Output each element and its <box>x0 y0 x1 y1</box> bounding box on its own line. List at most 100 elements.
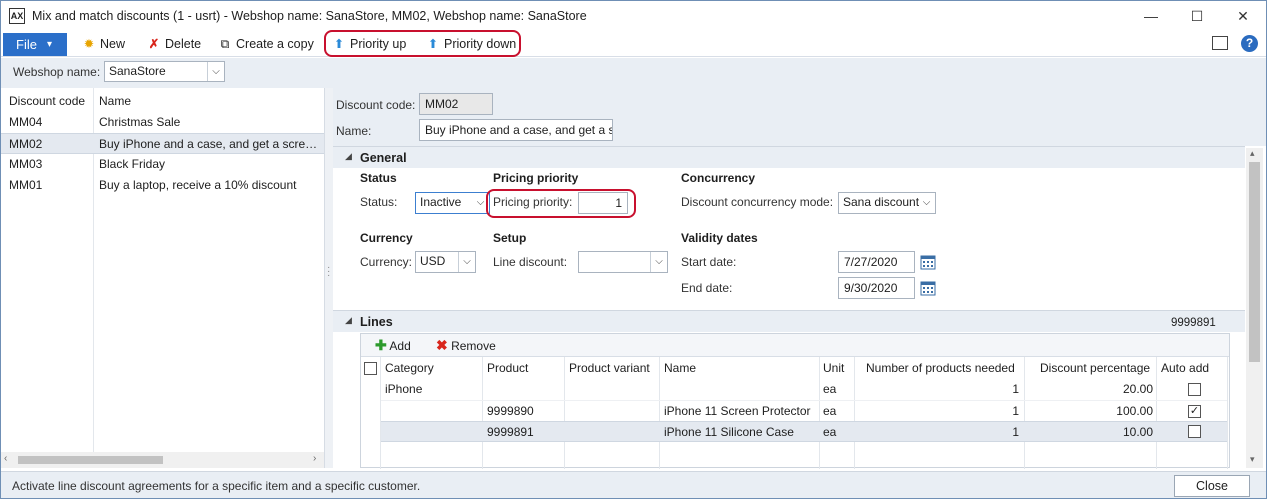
column-header-discount-code[interactable]: Discount code <box>9 94 85 108</box>
concurrency-group-title: Concurrency <box>681 171 756 185</box>
discount-code-label: Discount code: <box>336 98 416 112</box>
scrollbar-thumb[interactable] <box>1249 162 1260 362</box>
maximize-button[interactable]: ☐ <box>1174 1 1220 32</box>
collapse-triangle-icon: ◢ <box>345 315 352 325</box>
layout-icon[interactable] <box>1212 36 1228 50</box>
list-item[interactable]: MM03 Black Friday <box>1 154 324 175</box>
calendar-icon[interactable] <box>920 280 936 296</box>
file-label: File <box>16 37 37 52</box>
cell-products-needed: 1 <box>1012 382 1019 396</box>
concurrency-mode-label: Discount concurrency mode: <box>681 195 834 209</box>
setup-group-title: Setup <box>493 231 527 245</box>
discount-code: MM01 <box>9 178 43 192</box>
line-discount-select[interactable]: ⌵ <box>578 251 668 273</box>
cell-products-needed: 1 <box>1012 425 1019 439</box>
name-field[interactable]: Buy iPhone and a case, and get a s <box>419 119 613 141</box>
cell-products-needed: 1 <box>1012 404 1019 418</box>
horizontal-scrollbar[interactable]: ‹ › <box>1 452 324 468</box>
auto-add-checkbox[interactable] <box>1188 383 1201 396</box>
priority-buttons-highlight <box>324 30 521 57</box>
column-header-name[interactable]: Name <box>99 94 131 108</box>
discount-list: Discount code Name MM04 Christmas Sale M… <box>1 88 325 468</box>
column-header-discount-percentage[interactable]: Discount percentage <box>1040 357 1150 379</box>
discount-code: MM04 <box>9 115 43 129</box>
delete-button[interactable]: ✗ Delete <box>146 36 201 54</box>
remove-x-icon: ✖ <box>436 337 448 353</box>
pane-splitter[interactable]: · · · <box>325 88 333 468</box>
chevron-down-icon: ⌵ <box>922 197 931 208</box>
title-bar: AX Mix and match discounts (1 - usrt) - … <box>1 1 1266 32</box>
status-message: Activate line discount agreements for a … <box>12 479 421 493</box>
help-icon[interactable]: ? <box>1241 35 1258 52</box>
line-discount-label: Line discount: <box>493 255 568 269</box>
new-star-icon: ✹ <box>83 37 95 51</box>
calendar-icon[interactable] <box>920 254 936 270</box>
column-header-product-variant[interactable]: Product variant <box>569 357 650 379</box>
lines-section-header[interactable]: ◢ Lines 9999891 <box>333 310 1245 332</box>
close-button[interactable]: Close <box>1174 475 1250 497</box>
scrollbar-thumb[interactable] <box>18 456 163 464</box>
table-row-selected[interactable]: 9999891 iPhone 11 Silicone Case ea 1 10.… <box>381 421 1227 442</box>
webshop-label: Webshop name: <box>13 65 101 79</box>
auto-add-checkbox[interactable] <box>1188 425 1201 438</box>
start-date-label: Start date: <box>681 255 737 269</box>
chevron-up-icon[interactable]: ▴ <box>1250 148 1255 159</box>
lines-toolbar: ✚ Add ✖ Remove <box>361 334 1229 357</box>
column-header-name[interactable]: Name <box>664 357 696 379</box>
concurrency-mode-select[interactable]: Sana discount ⌵ <box>838 192 936 214</box>
discount-code: MM02 <box>9 137 43 151</box>
webshop-select[interactable]: SanaStore ⌵ <box>104 61 225 82</box>
general-section-header[interactable]: ◢ General <box>333 146 1245 168</box>
currency-group-title: Currency <box>360 231 413 245</box>
end-date-field[interactable]: 9/30/2020 <box>838 277 915 299</box>
concurrency-mode-value: Sana discount <box>843 195 920 209</box>
cell-name: iPhone 11 Silicone Case <box>664 425 794 439</box>
list-item[interactable]: MM01 Buy a laptop, receive a 10% discoun… <box>1 175 324 196</box>
auto-add-checkbox-checked[interactable]: ✓ <box>1188 405 1201 418</box>
status-label: Status: <box>360 195 398 209</box>
pricing-priority-highlight <box>486 189 636 218</box>
cell-unit: ea <box>823 382 837 396</box>
detail-pane: Discount code: MM02 Name: Buy iPhone and… <box>333 88 1266 469</box>
file-menu-button[interactable]: File ▾ <box>3 33 67 56</box>
create-copy-button[interactable]: ⧉ Create a copy <box>217 36 314 54</box>
window-title: Mix and match discounts (1 - usrt) - Web… <box>32 9 587 23</box>
column-header-category[interactable]: Category <box>385 357 434 379</box>
list-item[interactable]: MM04 Christmas Sale <box>1 112 324 133</box>
discount-name: Christmas Sale <box>99 115 181 129</box>
table-row[interactable]: 9999890 iPhone 11 Screen Protector ea 1 … <box>381 400 1227 421</box>
currency-label: Currency: <box>360 255 413 269</box>
vertical-scrollbar[interactable]: ▴ ▾ <box>1246 148 1263 468</box>
status-value: Inactive <box>420 195 462 209</box>
cell-discount-percentage: 100.00 <box>1116 404 1153 418</box>
filter-bar: Webshop name: SanaStore ⌵ <box>1 58 1266 88</box>
cell-discount-percentage: 10.00 <box>1122 425 1153 439</box>
table-row[interactable]: iPhone ea 1 20.00 <box>381 379 1227 400</box>
general-title: General <box>360 151 407 165</box>
remove-line-button[interactable]: ✖ Remove <box>436 337 496 354</box>
minimize-button[interactable]: — <box>1128 1 1174 32</box>
currency-select[interactable]: USD ⌵ <box>415 251 476 273</box>
start-date-field[interactable]: 7/27/2020 <box>838 251 915 273</box>
close-window-button[interactable]: ✕ <box>1220 1 1266 32</box>
delete-label: Delete <box>165 37 202 51</box>
list-item-selected[interactable]: MM02 Buy iPhone and a case, and get a sc… <box>1 133 324 154</box>
discount-name: Black Friday <box>99 157 166 171</box>
add-line-button[interactable]: ✚ Add <box>375 337 411 354</box>
column-header-unit[interactable]: Unit <box>823 357 844 379</box>
status-bar: Activate line discount agreements for a … <box>1 471 1266 498</box>
select-all-checkbox[interactable] <box>364 362 377 375</box>
status-select[interactable]: Inactive ⌵ <box>415 192 490 214</box>
column-header-products-needed[interactable]: Number of products needed <box>866 357 1015 379</box>
copy-label: Create a copy <box>236 37 314 51</box>
column-header-product[interactable]: Product <box>487 357 528 379</box>
new-button[interactable]: ✹ New <box>81 36 125 54</box>
webshop-value: SanaStore <box>109 64 166 78</box>
column-header-auto-add[interactable]: Auto add <box>1161 357 1209 379</box>
current-line-product: 9999891 <box>1171 317 1216 329</box>
pricing-group-title: Pricing priority <box>493 171 579 185</box>
chevron-right-icon[interactable]: › <box>313 453 316 464</box>
name-label: Name: <box>336 124 372 138</box>
chevron-down-icon[interactable]: ▾ <box>1250 454 1255 465</box>
chevron-left-icon[interactable]: ‹ <box>4 453 7 464</box>
